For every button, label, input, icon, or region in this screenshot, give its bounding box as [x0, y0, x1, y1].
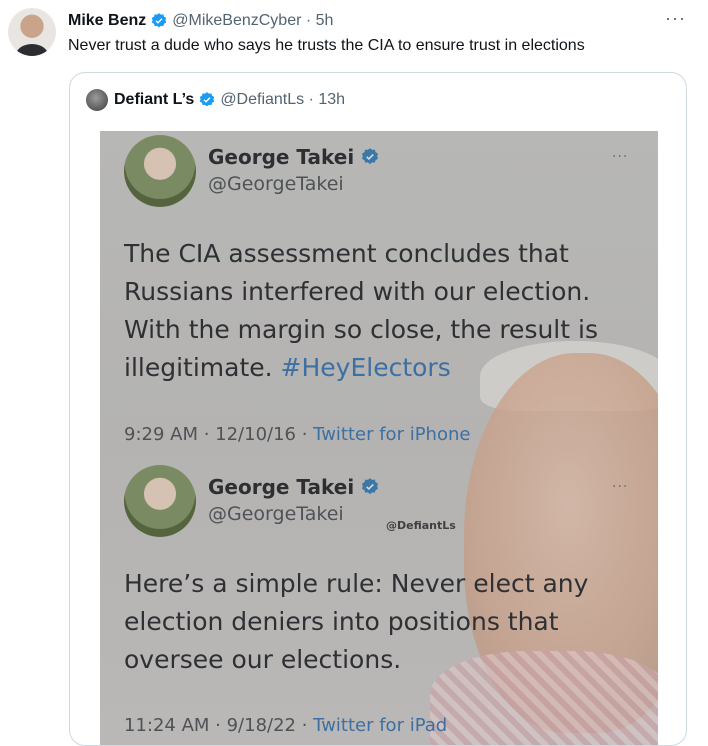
verified-badge-icon	[198, 91, 216, 109]
embedded-author-name: George Takei	[208, 145, 380, 169]
embedded-author-name-text: George Takei	[208, 145, 355, 169]
tweet-text: Never trust a dude who says he trusts th…	[68, 37, 585, 54]
quoted-tweet-time[interactable]: 13h	[318, 91, 345, 109]
embedded-tweet-body: Here’s a simple rule: Never elect any el…	[124, 565, 624, 679]
quoted-author-name[interactable]: Defiant L’s	[114, 91, 194, 109]
quoted-tweet[interactable]: Defiant L’s @DefiantLs · 13h George Take…	[69, 72, 687, 746]
quoted-tweet-header: Defiant L’s @DefiantLs · 13h	[86, 89, 345, 111]
tweet-header: Mike Benz @MikeBenzCyber · 5h	[68, 10, 696, 32]
embedded-tweet-meta: 9:29 AM · 12/10/16 · Twitter for iPhone	[124, 424, 470, 445]
separator-dot: ·	[301, 12, 316, 29]
quoted-author-handle[interactable]: @DefiantLs	[220, 91, 304, 109]
more-dots-icon[interactable]: ···	[665, 8, 686, 29]
embedded-tweet-body: The CIA assessment concludes that Russia…	[124, 235, 624, 387]
verified-badge-icon	[360, 147, 380, 167]
embedded-timestamp: 9:29 AM · 12/10/16 ·	[124, 424, 314, 445]
more-dots-icon: ···	[612, 149, 629, 165]
embedded-source: Twitter for iPad	[313, 715, 448, 736]
embedded-author-handle: @GeorgeTakei	[208, 173, 344, 195]
embedded-source: Twitter for iPhone	[313, 424, 471, 445]
embedded-timestamp: 11:24 AM · 9/18/22 ·	[124, 715, 314, 736]
embedded-author-name: George Takei	[208, 475, 380, 499]
author-name[interactable]: Mike Benz	[68, 12, 146, 30]
tweet-time[interactable]: 5h	[316, 12, 334, 30]
embedded-avatar	[124, 465, 196, 537]
quoted-avatar[interactable]	[86, 89, 108, 111]
embedded-tweet-meta: 11:24 AM · 9/18/22 · Twitter for iPad	[124, 715, 447, 736]
embedded-author-name-text: George Takei	[208, 475, 355, 499]
verified-badge-icon	[360, 477, 380, 497]
embedded-tweet-text: Here’s a simple rule: Never elect any el…	[124, 569, 589, 674]
verified-badge-icon	[150, 12, 168, 30]
hashtag: #HeyElectors	[280, 353, 451, 382]
embedded-author-handle: @GeorgeTakei	[208, 503, 344, 525]
author-handle[interactable]: @MikeBenzCyber	[172, 12, 301, 30]
quoted-media-image[interactable]: George Takei @GeorgeTakei ··· The CIA as…	[100, 131, 658, 745]
embedded-avatar	[124, 135, 196, 207]
watermark: @DefiantLs	[386, 519, 456, 532]
separator-dot: ·	[304, 91, 319, 108]
avatar[interactable]	[8, 8, 56, 56]
more-dots-icon: ···	[612, 479, 629, 495]
